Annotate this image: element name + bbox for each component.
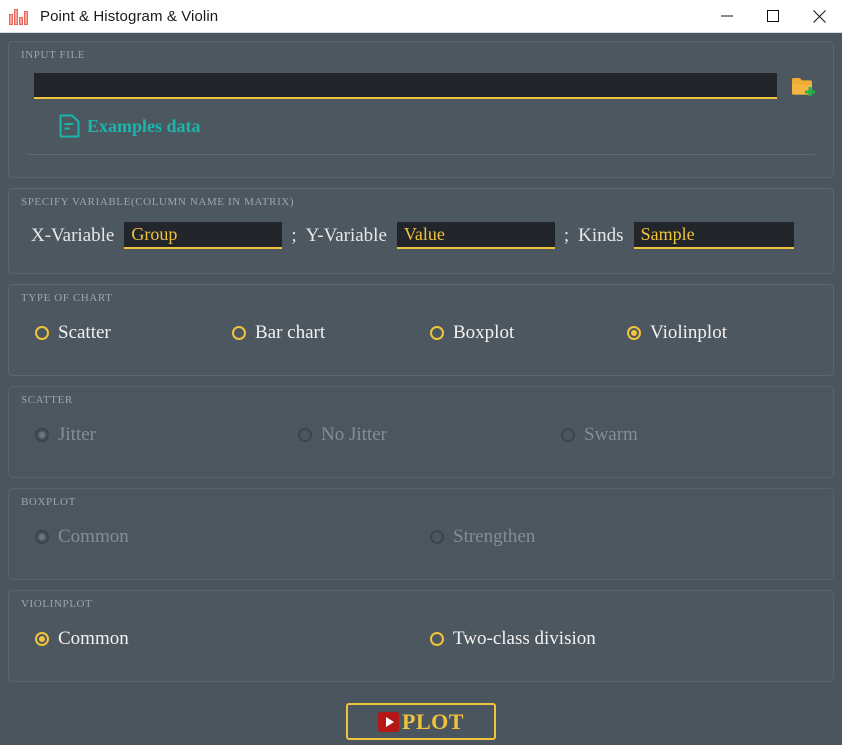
violinplot-title: Violinplot — [21, 598, 93, 610]
radio-boxplot[interactable]: Boxplot — [430, 322, 627, 344]
radio-label: Strengthen — [453, 526, 536, 547]
radio-indicator — [35, 326, 49, 340]
radio-jitter: Jitter — [35, 424, 298, 446]
minimize-button[interactable] — [704, 0, 750, 33]
radio-violinplot[interactable]: Violinplot — [627, 322, 727, 344]
radio-indicator — [430, 326, 444, 340]
radio-label: Bar chart — [255, 322, 326, 343]
folder-add-icon — [792, 77, 815, 96]
x-variable-label: X-Variable — [31, 224, 115, 246]
plot-button[interactable]: PLOT — [346, 703, 496, 740]
radio-violin-two-class[interactable]: Two-class division — [430, 628, 596, 650]
radio-no-jitter: No Jitter — [298, 424, 561, 446]
radio-label: Scatter — [58, 322, 111, 343]
violinplot-panel: Violinplot Common Two-class division — [8, 590, 834, 682]
radio-indicator — [232, 326, 246, 340]
radio-indicator — [35, 530, 49, 544]
variables-row: X-Variable ; Y-Variable ; Kinds — [9, 208, 833, 249]
radio-label: Two-class division — [453, 628, 596, 649]
window-titlebar: Point & Histogram & Violin — [0, 0, 842, 33]
radio-indicator — [298, 428, 312, 442]
chart-type-options: Scatter Bar chart Boxplot Violinplot — [9, 304, 833, 344]
radio-label: Common — [58, 526, 129, 547]
variables-title: Specify Variable(Column Name In Matrix) — [21, 196, 295, 208]
y-variable-label: Y-Variable — [305, 224, 387, 246]
radio-indicator — [35, 428, 49, 442]
scatter-panel: Scatter Jitter No Jitter Swarm — [8, 386, 834, 478]
violinplot-options: Common Two-class division — [9, 610, 833, 650]
chart-type-panel: Type Of Chart Scatter Bar chart Boxplot … — [8, 284, 834, 376]
examples-data-link[interactable]: Examples data — [9, 99, 201, 139]
boxplot-options: Common Strengthen — [9, 508, 833, 548]
radio-indicator — [627, 326, 641, 340]
radio-indicator — [430, 530, 444, 544]
boxplot-panel: Boxplot Common Strengthen — [8, 488, 834, 580]
minimize-icon — [721, 15, 733, 17]
close-button[interactable] — [796, 0, 842, 33]
file-document-icon — [59, 114, 80, 138]
maximize-icon — [767, 10, 779, 22]
kinds-label: Kinds — [578, 224, 624, 246]
radio-boxplot-common: Common — [35, 526, 430, 548]
file-path-input[interactable] — [34, 73, 777, 99]
browse-folder-button[interactable] — [789, 73, 819, 99]
scatter-options: Jitter No Jitter Swarm — [9, 406, 833, 446]
radio-label: No Jitter — [321, 424, 387, 445]
radio-boxplot-strengthen: Strengthen — [430, 526, 535, 548]
input-file-divider — [27, 154, 815, 155]
radio-indicator — [35, 632, 49, 646]
variables-panel: Specify Variable(Column Name In Matrix) … — [8, 188, 834, 274]
bar-chart-icon — [9, 7, 31, 25]
input-file-panel: Input File Examples data — [8, 41, 834, 178]
radio-scatter[interactable]: Scatter — [35, 322, 232, 344]
file-path-row — [9, 61, 833, 99]
radio-indicator — [430, 632, 444, 646]
radio-bar-chart[interactable]: Bar chart — [232, 322, 430, 344]
variables-separator-1: ; — [291, 224, 297, 246]
play-icon — [378, 711, 400, 732]
boxplot-title: Boxplot — [21, 496, 76, 508]
maximize-button[interactable] — [750, 0, 796, 33]
kinds-input[interactable] — [633, 222, 794, 249]
input-file-title: Input File — [21, 49, 86, 61]
scatter-title: Scatter — [21, 394, 73, 406]
radio-violin-common[interactable]: Common — [35, 628, 430, 650]
y-variable-input[interactable] — [396, 222, 555, 249]
examples-data-label: Examples data — [87, 115, 201, 136]
chart-type-title: Type Of Chart — [21, 292, 113, 304]
window-controls — [704, 0, 842, 33]
close-icon — [812, 9, 826, 23]
plot-button-row: PLOT — [8, 692, 834, 740]
radio-label: Common — [58, 628, 129, 649]
radio-swarm: Swarm — [561, 424, 638, 446]
radio-label: Violinplot — [650, 322, 727, 343]
app-body: Input File Examples data Specif — [0, 33, 842, 745]
variables-separator-2: ; — [563, 224, 570, 246]
radio-label: Jitter — [58, 424, 96, 445]
window-title: Point & Histogram & Violin — [40, 7, 219, 25]
radio-indicator — [561, 428, 575, 442]
x-variable-input[interactable] — [124, 222, 283, 249]
plot-button-label: PLOT — [402, 708, 464, 734]
radio-label: Swarm — [584, 424, 638, 445]
radio-label: Boxplot — [453, 322, 515, 343]
